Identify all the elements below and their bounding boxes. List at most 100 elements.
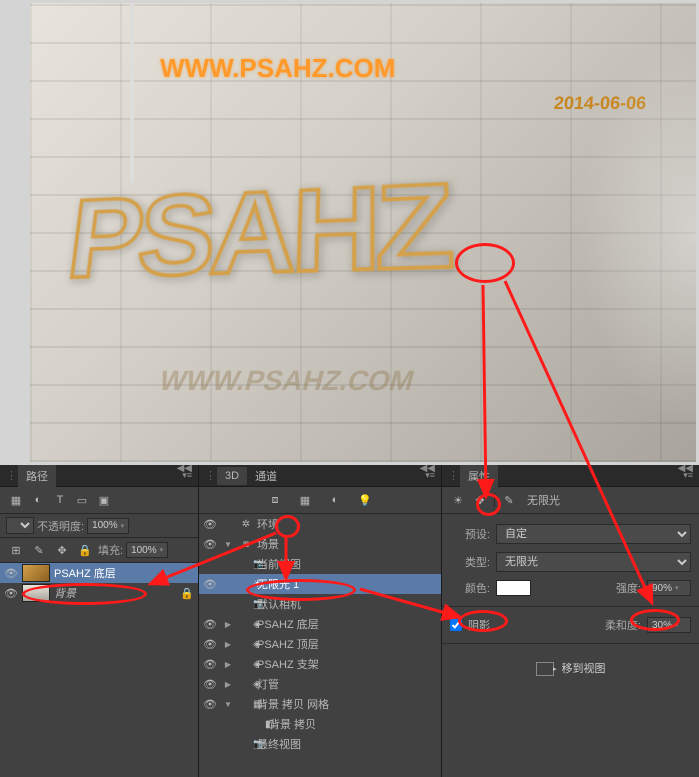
scene-icon: ⧈ [239,539,253,550]
main-3d-text: PSAHZ [61,157,451,304]
filter-type-icon[interactable]: T [50,491,70,509]
layer-row-psahz[interactable]: 👁 PSAHZ 底层 [0,563,198,583]
tab-properties[interactable]: 属性 [460,465,498,487]
layer-label: PSAHZ 底层 [54,565,194,581]
layers-tab-bar: ⋮⋮ 路径 ▾≡ [0,465,198,487]
visibility-icon[interactable]: 👁 [203,658,217,671]
color-label: 颜色: [450,580,490,596]
softness-label: 柔和度: [605,617,641,633]
lock-all-icon[interactable]: 🔒 [75,541,95,559]
divider [494,493,495,507]
collapse-icon[interactable]: ◀◀ [678,463,693,474]
coord-mode-icon[interactable]: ✥ [470,491,490,509]
node-label: PSAHZ 顶层 [257,636,437,652]
twisty-icon[interactable]: ▶ [221,660,235,669]
fill-value[interactable]: 100% [126,542,168,558]
move-to-view-label: 移到视图 [562,663,606,675]
light-mode-icon[interactable]: ☀ [448,491,468,509]
node-label: 背景 拷贝 网格 [257,696,437,712]
mesh-icon: ◈ [239,619,253,630]
twisty-icon[interactable]: ▼ [221,540,235,549]
env-icon: ✲ [239,519,253,530]
opacity-value[interactable]: 100% [87,518,129,534]
visibility-icon[interactable]: 👁 [4,587,18,600]
collapse-icon[interactable]: ◀◀ [420,463,435,474]
node-label: 最终视图 [257,736,437,752]
node-label: 默认相机 [257,596,437,612]
filter-row: ▦ ◐ T ▭ ▣ [0,487,198,514]
brush-icon[interactable]: ✎ [499,491,519,509]
collapse-icon[interactable]: ◀◀ [177,463,192,474]
lock-paint-icon[interactable]: ✎ [29,541,49,559]
move-to-view-button[interactable]: 移到视图 [448,650,693,686]
type-select[interactable]: 无限光 [496,552,691,572]
preset-select[interactable]: 自定 [496,524,691,544]
3d-row-scene[interactable]: 👁▼⧈场景 [199,534,441,554]
3d-row-camera[interactable]: 📷 默认相机 [199,594,441,614]
fill-row: ⊞ ✎ ✥ 🔒 填充: 100% [0,538,198,563]
layer-tree: 👁 PSAHZ 底层 👁 背景 🔒 [0,563,198,777]
tab-3d[interactable]: 3D [217,467,247,485]
softness-value[interactable]: 30% [647,617,691,633]
lock-pos-icon[interactable]: ✥ [52,541,72,559]
fill-label: 填充: [98,542,123,558]
grip-icon[interactable]: ⋮⋮ [448,469,458,482]
cable-decor [130,3,134,183]
layers-panel: ◀◀ ⋮⋮ 路径 ▾≡ ▦ ◐ T ▭ ▣ 不透明度: 100% ⊞ ✎ ✥ 🔒… [0,465,199,777]
grip-icon[interactable]: ⋮⋮ [205,469,215,482]
3d-row-light[interactable]: 👁☀无限光 1 [199,574,441,594]
3d-row-material[interactable]: ◧背景 拷贝 [199,714,441,734]
visibility-icon[interactable]: 👁 [203,638,217,651]
grip-icon[interactable]: ⋮⋮ [6,469,16,482]
intensity-value[interactable]: 90% [647,580,691,596]
filter-pixel-icon[interactable]: ▦ [6,491,26,509]
3d-row-final[interactable]: 📷最终视图 [199,734,441,754]
filter-adjust-icon[interactable]: ◐ [28,491,48,509]
filter-light-icon[interactable]: 💡 [355,491,375,509]
visibility-icon[interactable]: 👁 [4,567,18,580]
layer-row-bg[interactable]: 👁 背景 🔒 [0,583,198,603]
lock-trans-icon[interactable]: ⊞ [6,541,26,559]
camera-icon: 📷 [239,599,253,610]
filter-mesh-icon[interactable]: ▦ [295,491,315,509]
filter-material-icon[interactable]: ◐ [325,491,345,509]
visibility-icon[interactable]: 👁 [203,678,217,691]
shadow-checkbox[interactable] [450,619,462,631]
3d-row-mesh[interactable]: 👁▶◈灯管 [199,674,441,694]
opacity-row: 不透明度: 100% [0,514,198,538]
3d-row-mesh[interactable]: 👁▶◈PSAHZ 支架 [199,654,441,674]
tab-paths[interactable]: 路径 [18,465,56,487]
layer-thumb [22,584,50,602]
twisty-icon[interactable]: ▶ [221,620,235,629]
node-label: 无限光 1 [257,576,437,592]
filter-smart-icon[interactable]: ▣ [94,491,114,509]
watermark-url: WWW.PSAHZ.COM [160,53,395,84]
color-row: 颜色: 强度: 90% [448,576,693,600]
3d-tree: 👁✲环境 👁▼⧈场景 📷当前视图 👁☀无限光 1 📷默认相机 👁▶◈PSAHZ … [199,514,441,777]
filter-scene-icon[interactable]: ⧈ [265,491,285,509]
twisty-icon[interactable]: ▼ [221,700,235,709]
3d-row-mesh[interactable]: 👁▶◈PSAHZ 底层 [199,614,441,634]
preset-row: 预设: 自定 [448,520,693,548]
visibility-icon[interactable]: 👁 [203,518,217,531]
color-swatch[interactable] [496,580,531,596]
visibility-icon[interactable]: 👁 [203,618,217,631]
filter-shape-icon[interactable]: ▭ [72,491,92,509]
3d-row-mesh[interactable]: 👁▼▦背景 拷贝 网格 [199,694,441,714]
3d-row-mesh[interactable]: 👁▶◈PSAHZ 顶层 [199,634,441,654]
3d-row-env[interactable]: 👁✲环境 [199,514,441,534]
mode-label: 无限光 [527,492,560,508]
visibility-icon[interactable]: 👁 [203,538,217,551]
node-label: PSAHZ 支架 [257,656,437,672]
twisty-icon[interactable]: ▶ [221,680,235,689]
date-tag: 2014-06-06 [553,93,647,114]
visibility-icon[interactable]: 👁 [203,698,217,711]
visibility-icon[interactable]: 👁 [203,578,217,591]
material-icon: ◧ [239,719,265,730]
3d-row-view[interactable]: 📷当前视图 [199,554,441,574]
shadow-url: WWW.PSAHZ.COM [156,365,418,397]
tab-channels[interactable]: 通道 [247,465,285,487]
twisty-icon[interactable]: ▶ [221,640,235,649]
divider [442,606,699,607]
blend-mode-select[interactable] [6,517,34,534]
